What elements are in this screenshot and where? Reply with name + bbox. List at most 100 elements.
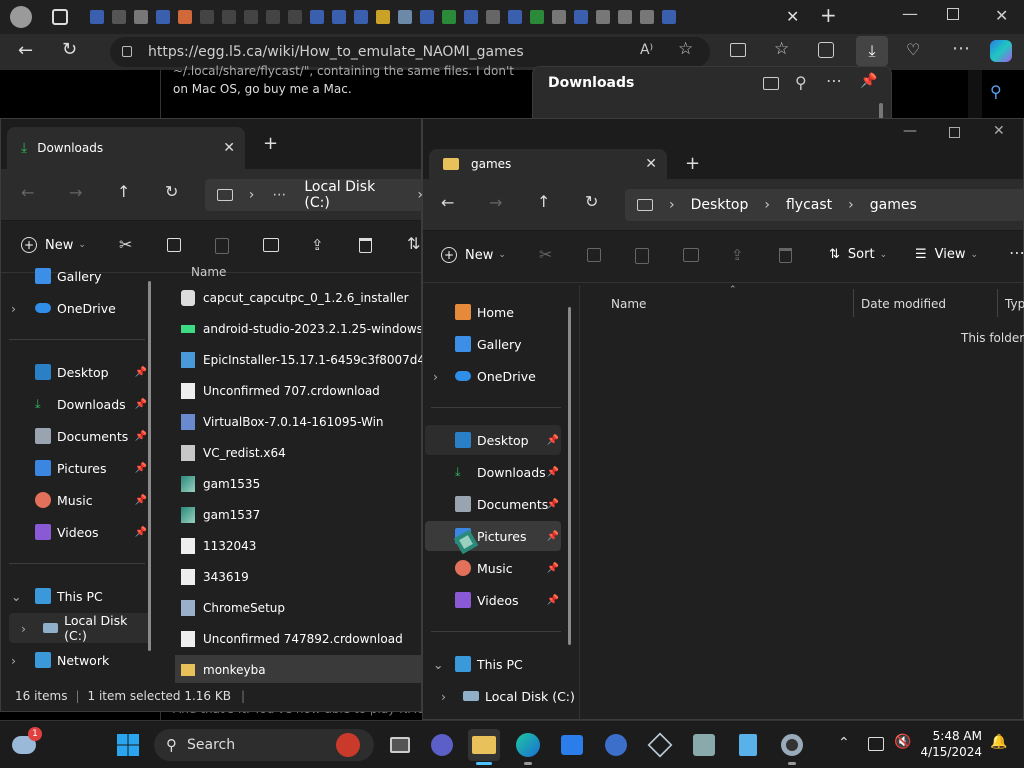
tab-actions-icon[interactable] bbox=[52, 9, 68, 25]
nav-item-onedrive[interactable]: › OneDrive bbox=[433, 361, 577, 391]
rename-icon[interactable] bbox=[683, 248, 699, 262]
maximize-icon[interactable] bbox=[949, 127, 960, 138]
list-item[interactable]: VirtualBox-7.0.14-161095-Win bbox=[181, 407, 421, 437]
pin-icon[interactable]: 📌 bbox=[547, 499, 559, 510]
nav-item-onedrive[interactable]: › OneDrive bbox=[11, 293, 157, 323]
network-icon[interactable] bbox=[868, 737, 884, 751]
new-button[interactable]: + New ⌄ bbox=[441, 247, 506, 263]
nav-item-gallery[interactable]: Gallery bbox=[455, 329, 577, 359]
list-item[interactable]: Unconfirmed 707.crdownload bbox=[181, 376, 421, 406]
list-item[interactable]: 1132043 bbox=[181, 531, 421, 561]
delete-icon[interactable] bbox=[779, 248, 792, 263]
column-divider[interactable] bbox=[997, 289, 998, 317]
tab-favicon[interactable] bbox=[310, 10, 324, 24]
list-item[interactable]: 343619 bbox=[181, 562, 421, 592]
paste-icon[interactable] bbox=[635, 248, 649, 264]
notifications-bell-icon[interactable]: 🔔 bbox=[990, 734, 1007, 750]
tab-favicon[interactable] bbox=[288, 10, 302, 24]
tab-favicon[interactable] bbox=[486, 10, 500, 24]
search-icon[interactable]: ⚲ bbox=[990, 82, 1002, 101]
chevron-right-icon[interactable]: › bbox=[11, 301, 21, 316]
app-pinned[interactable] bbox=[600, 729, 632, 761]
back-icon[interactable]: ← bbox=[18, 40, 33, 61]
new-tab-icon[interactable]: + bbox=[685, 153, 700, 174]
close-window-icon[interactable]: ✕ bbox=[993, 123, 1005, 139]
cut-icon[interactable]: ✂ bbox=[539, 245, 552, 264]
refresh-icon[interactable]: ↻ bbox=[62, 39, 77, 60]
rename-icon[interactable] bbox=[263, 238, 279, 252]
nav-item-music[interactable]: Music 📌 bbox=[455, 553, 561, 583]
copy-icon[interactable] bbox=[167, 238, 181, 252]
settings-app[interactable] bbox=[776, 729, 808, 765]
clock[interactable]: 5:48 AM 4/15/2024 bbox=[918, 728, 982, 760]
nav-item-network[interactable]: › Network bbox=[11, 645, 157, 675]
ellipsis-icon[interactable]: ⋯ bbox=[272, 187, 286, 203]
pin-icon[interactable]: 📌 bbox=[135, 367, 147, 378]
paste-icon[interactable] bbox=[215, 238, 229, 254]
list-item-selected[interactable]: monkeyba bbox=[175, 655, 423, 683]
column-header-type[interactable]: Type bbox=[1005, 297, 1024, 311]
chevron-up-icon[interactable]: ⌃ bbox=[838, 735, 850, 751]
close-window-icon[interactable]: ✕ bbox=[995, 6, 1008, 25]
tab-favicon[interactable] bbox=[530, 10, 544, 24]
tab-favicon[interactable] bbox=[178, 10, 192, 24]
nav-scrollbar[interactable] bbox=[148, 281, 151, 651]
collections-icon[interactable] bbox=[818, 42, 834, 58]
notepad-app[interactable] bbox=[732, 729, 764, 761]
nav-item-music[interactable]: Music 📌 bbox=[35, 485, 157, 515]
tab-favicon[interactable] bbox=[640, 10, 654, 24]
list-item[interactable]: EpicInstaller-15.17.1-6459c3f8007d4d38b.… bbox=[181, 345, 423, 375]
pin-icon[interactable]: 📌 bbox=[547, 467, 559, 478]
tab-favicon[interactable] bbox=[464, 10, 478, 24]
view-button[interactable]: ☰ View ⌄ bbox=[915, 247, 978, 262]
more-options-icon[interactable]: ⋯ bbox=[826, 71, 842, 90]
tab-favicon[interactable] bbox=[354, 10, 368, 24]
search-downloads-icon[interactable]: ⚲ bbox=[795, 73, 807, 92]
list-item[interactable]: gam1535 bbox=[181, 469, 421, 499]
tab-favicon[interactable] bbox=[574, 10, 588, 24]
lock-icon[interactable] bbox=[122, 46, 132, 57]
refresh-icon[interactable]: ↻ bbox=[165, 182, 178, 201]
nav-item-desktop[interactable]: Desktop 📌 bbox=[35, 357, 157, 387]
tab-favicon[interactable] bbox=[134, 10, 148, 24]
minimize-icon[interactable]: — bbox=[903, 123, 917, 139]
chevron-right-icon[interactable]: › bbox=[11, 653, 21, 668]
tab-favicon[interactable] bbox=[398, 10, 412, 24]
list-item[interactable]: VC_redist.x64 bbox=[181, 438, 421, 468]
tab-favicon[interactable] bbox=[200, 10, 214, 24]
list-item[interactable]: android-studio-2023.2.1.25-windows bbox=[181, 314, 421, 344]
nav-scrollbar[interactable] bbox=[568, 307, 571, 645]
sort-button[interactable]: ⇅ Sort ⌄ bbox=[829, 247, 887, 262]
edge-app[interactable] bbox=[512, 729, 544, 765]
more-icon[interactable]: ⋯ bbox=[952, 38, 970, 59]
nav-item-this-pc[interactable]: ⌄ This PC bbox=[11, 581, 157, 611]
chevron-right-icon[interactable]: › bbox=[433, 369, 443, 384]
up-icon[interactable]: ↑ bbox=[117, 182, 130, 201]
pin-icon[interactable]: 📌 bbox=[135, 431, 147, 442]
nav-item-local-disk[interactable]: › Local Disk (C:) bbox=[9, 613, 151, 643]
up-icon[interactable]: ↑ bbox=[537, 192, 550, 211]
close-tab-icon[interactable]: ✕ bbox=[786, 7, 799, 26]
forward-icon[interactable]: → bbox=[69, 183, 82, 202]
breadcrumb[interactable]: › ⋯ Local Disk (C:) › bbox=[205, 179, 423, 211]
share-icon[interactable]: ⇪ bbox=[731, 246, 744, 264]
copy-icon[interactable] bbox=[587, 248, 601, 262]
list-item[interactable]: gam1537 bbox=[181, 500, 421, 530]
tab-favicon[interactable] bbox=[222, 10, 236, 24]
close-tab-icon[interactable]: ✕ bbox=[223, 140, 235, 156]
chevron-down-icon[interactable]: ⌄ bbox=[433, 657, 443, 672]
tab-favicon[interactable] bbox=[508, 10, 522, 24]
nav-item-gallery[interactable]: Gallery bbox=[35, 261, 157, 291]
task-view-button[interactable] bbox=[384, 729, 416, 761]
new-button[interactable]: + New ⌄ bbox=[21, 237, 86, 253]
pin-icon[interactable]: 📌 bbox=[135, 399, 147, 410]
column-header-name[interactable]: Name bbox=[611, 297, 646, 311]
nav-item-home[interactable]: Home bbox=[455, 297, 577, 327]
tab-favicon[interactable] bbox=[332, 10, 346, 24]
tab-favicon[interactable] bbox=[442, 10, 456, 24]
tab-favicon[interactable] bbox=[376, 10, 390, 24]
store-app[interactable] bbox=[556, 729, 588, 761]
open-folder-icon[interactable] bbox=[763, 77, 779, 90]
weather-widget[interactable]: 1 bbox=[8, 727, 42, 761]
more-options-icon[interactable]: ⋯ bbox=[1009, 243, 1024, 262]
